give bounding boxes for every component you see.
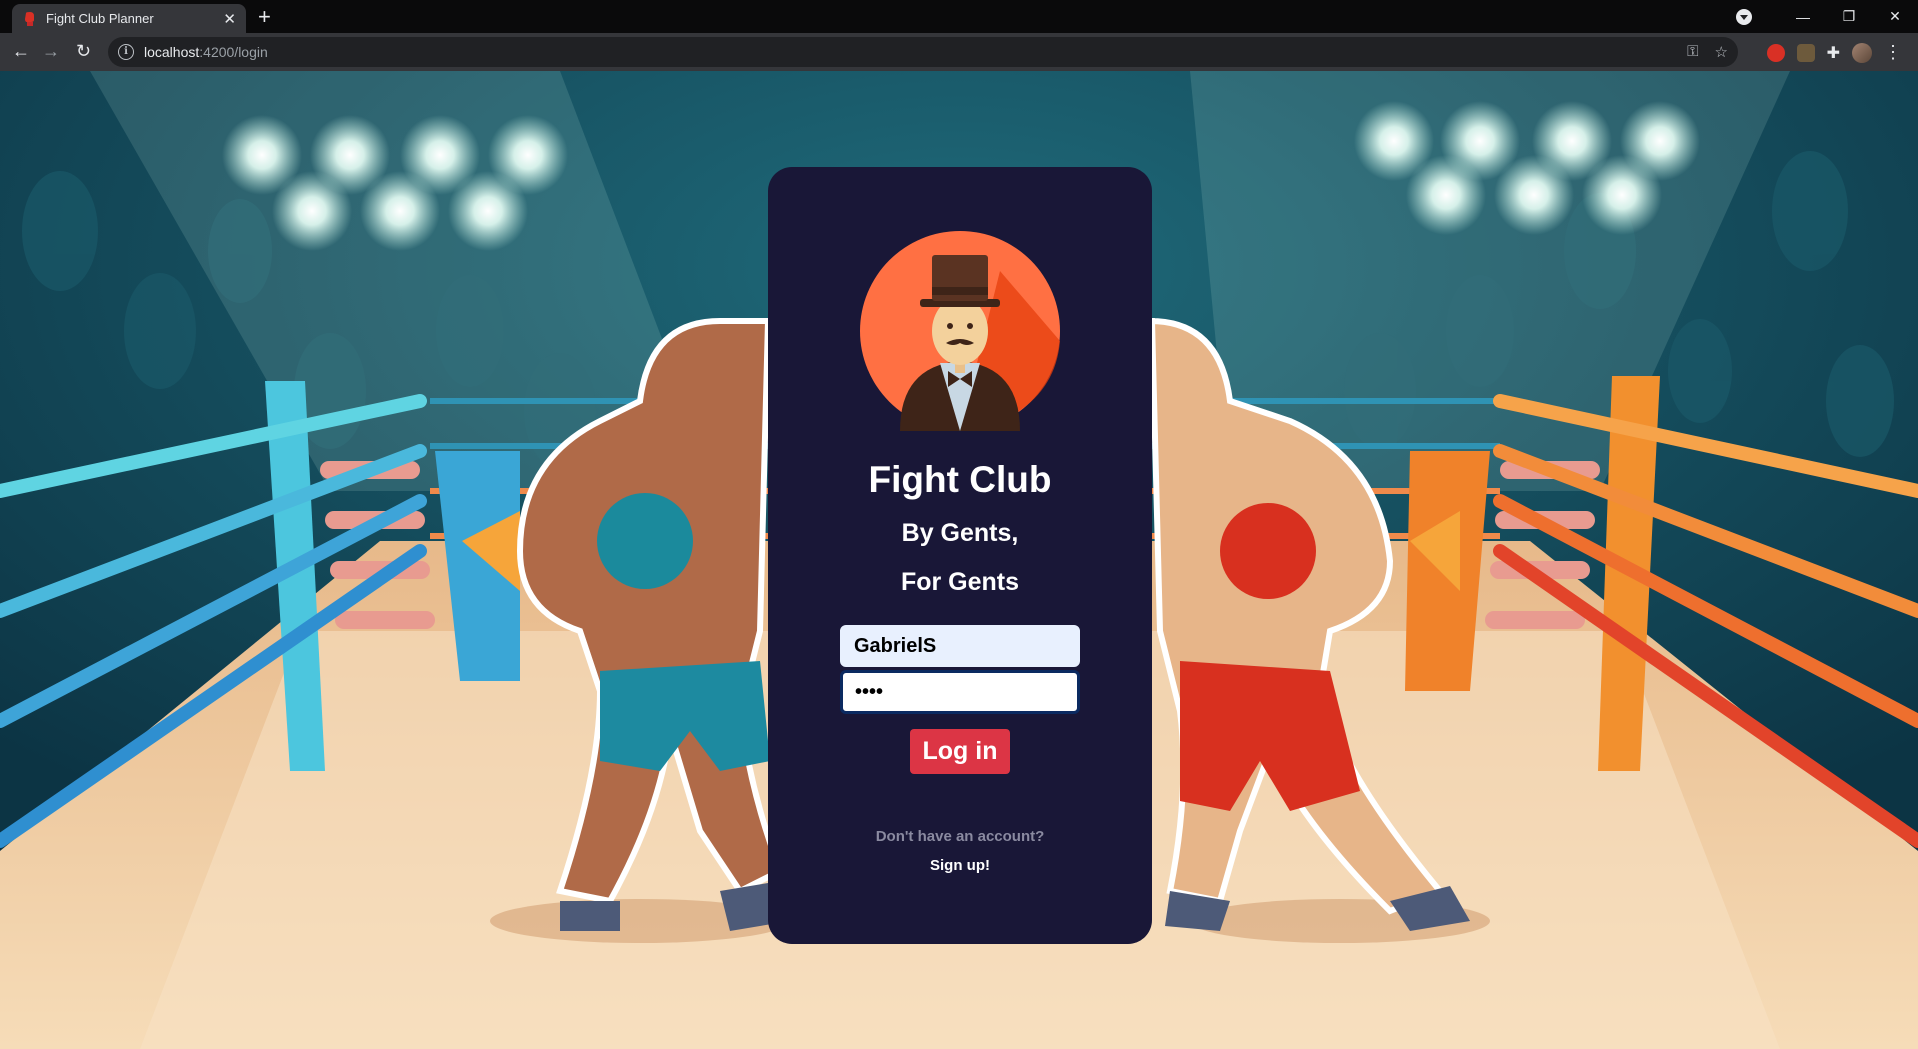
- forward-icon[interactable]: →: [42, 41, 60, 62]
- new-tab-icon[interactable]: +: [258, 4, 271, 30]
- restore-icon[interactable]: ❐: [1826, 8, 1872, 25]
- signup-link[interactable]: Sign up!: [930, 857, 990, 874]
- browser-tab[interactable]: Fight Club Planner ✕: [12, 4, 246, 33]
- tagline-line-2: For Gents: [900, 568, 1020, 596]
- extension-camera-icon[interactable]: [1796, 43, 1815, 62]
- address-bar[interactable]: i localhost:4200/login ⚿ ☆: [108, 37, 1738, 67]
- login-button[interactable]: Log in: [909, 729, 1011, 774]
- back-icon[interactable]: ←: [12, 41, 30, 62]
- minimize-icon[interactable]: —: [1780, 9, 1826, 25]
- boxing-glove-icon: [25, 11, 34, 26]
- username-input[interactable]: [840, 625, 1080, 667]
- media-control-icon[interactable]: [1736, 8, 1752, 25]
- login-card: Fight Club By Gents, For Gents Log in Do…: [768, 167, 1152, 944]
- password-input[interactable]: [840, 670, 1080, 714]
- reload-icon[interactable]: ↻: [76, 41, 91, 62]
- menu-dots-icon[interactable]: ⋮: [1884, 42, 1902, 63]
- close-window-icon[interactable]: ✕: [1872, 8, 1918, 25]
- extensions-puzzle-icon[interactable]: ✚: [1827, 43, 1840, 63]
- gentleman-logo-icon: [860, 231, 1060, 431]
- browser-toolbar: ← → ↻ i localhost:4200/login ⚿ ☆ ✚ ⋮: [0, 33, 1918, 71]
- extension-stop-icon[interactable]: [1766, 43, 1785, 62]
- url-text[interactable]: localhost:4200/login: [144, 44, 268, 60]
- page-viewport: Fight Club By Gents, For Gents Log in Do…: [0, 71, 1918, 1049]
- close-tab-icon[interactable]: ✕: [223, 10, 236, 28]
- browser-tabstrip: Fight Club Planner ✕ + — ❐ ✕: [0, 0, 1918, 33]
- app-title: Fight Club: [868, 459, 1052, 500]
- key-icon[interactable]: ⚿: [1687, 43, 1698, 61]
- avatar[interactable]: [1852, 42, 1872, 63]
- no-account-text: Don't have an account?: [875, 828, 1045, 845]
- tagline-line-1: By Gents,: [901, 519, 1019, 547]
- window-controls: — ❐ ✕: [1736, 0, 1918, 33]
- bookmark-star-icon[interactable]: ☆: [1715, 43, 1728, 61]
- info-icon[interactable]: i: [118, 44, 134, 60]
- tab-title: Fight Club Planner: [46, 11, 154, 26]
